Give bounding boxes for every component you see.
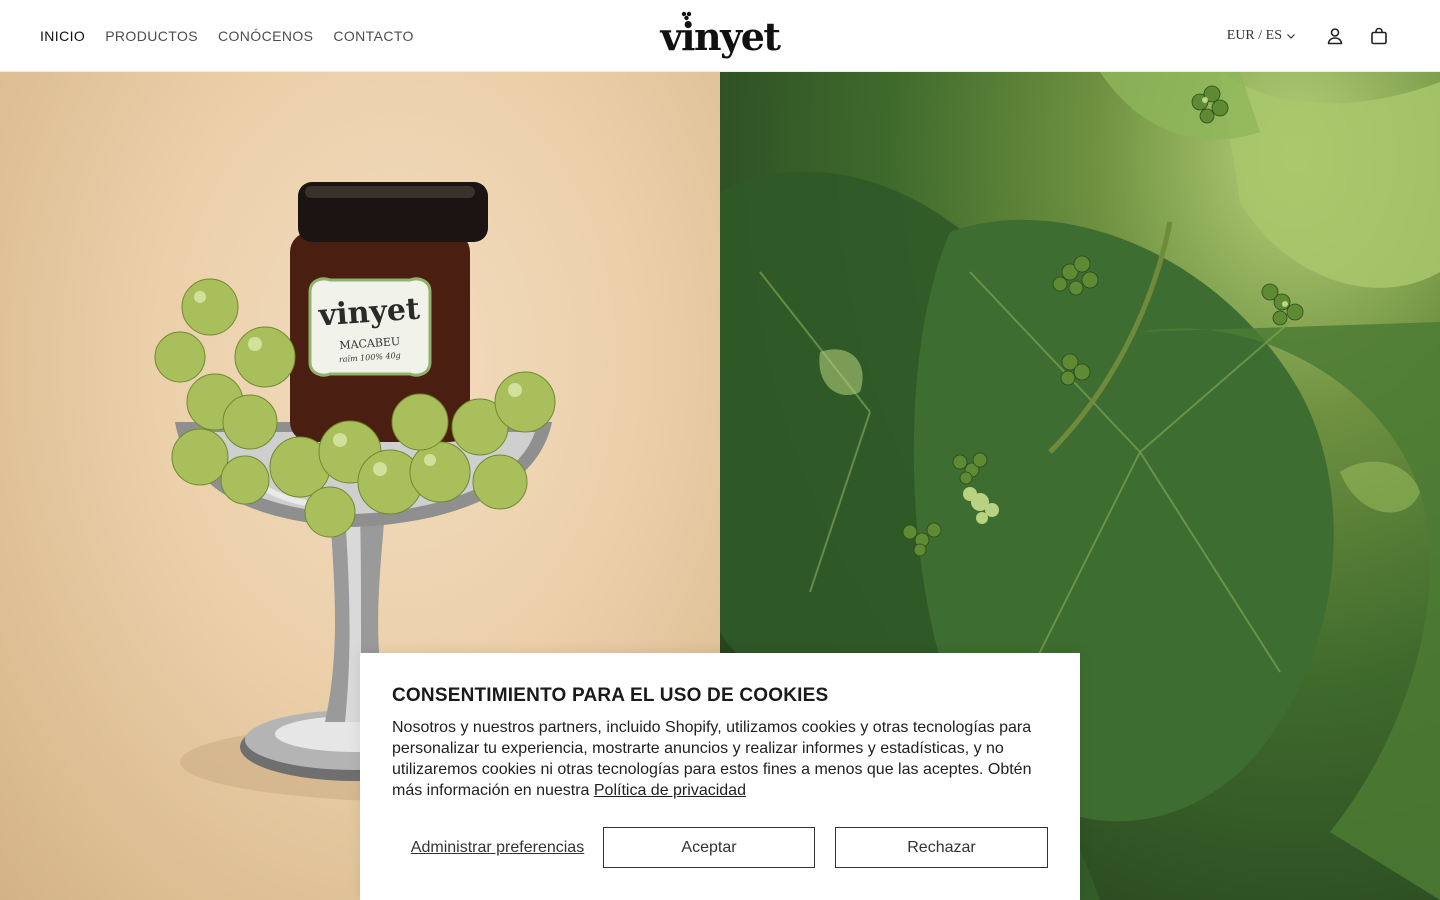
- locale-selector[interactable]: EUR / ES: [1227, 28, 1296, 44]
- site-header: INICIO PRODUCTOS CONÓCENOS CONTACTO viny…: [0, 0, 1440, 72]
- cart-icon: [1371, 27, 1387, 45]
- jar-label-brand: vinyet: [317, 292, 421, 334]
- nav-link-conocenos[interactable]: CONÓCENOS: [218, 28, 313, 44]
- main-nav: INICIO PRODUCTOS CONÓCENOS CONTACTO: [40, 0, 414, 72]
- privacy-policy-link[interactable]: Política de privacidad: [594, 782, 746, 799]
- cookie-consent-banner: CONSENTIMIENTO PARA EL USO DE COOKIES No…: [360, 653, 1080, 900]
- chevron-down-icon: [1287, 34, 1295, 39]
- nav-link-productos[interactable]: PRODUCTOS: [105, 28, 198, 44]
- cookie-banner-title: CONSENTIMIENTO PARA EL USO DE COOKIES: [392, 685, 829, 706]
- nav-link-inicio[interactable]: INICIO: [40, 28, 85, 44]
- nav-link-contacto[interactable]: CONTACTO: [333, 28, 413, 44]
- header-actions: EUR / ES: [1227, 0, 1390, 72]
- cookie-banner-text: Nosotros y nuestros partners, incluido S…: [392, 717, 1048, 801]
- locale-label: EUR / ES: [1226, 28, 1282, 43]
- account-button[interactable]: [1324, 25, 1346, 47]
- manage-preferences-button[interactable]: Administrar preferencias: [392, 827, 603, 868]
- accept-cookies-button[interactable]: Aceptar: [603, 827, 815, 868]
- cart-button[interactable]: [1368, 25, 1390, 47]
- brand-logo[interactable]: vinyet: [661, 6, 781, 66]
- account-icon: [1327, 28, 1343, 45]
- brand-logo-text: vinyet: [660, 13, 781, 59]
- reject-cookies-button[interactable]: Rechazar: [835, 827, 1048, 868]
- cookie-banner-actions: Administrar preferencias Aceptar Rechaza…: [392, 827, 1048, 868]
